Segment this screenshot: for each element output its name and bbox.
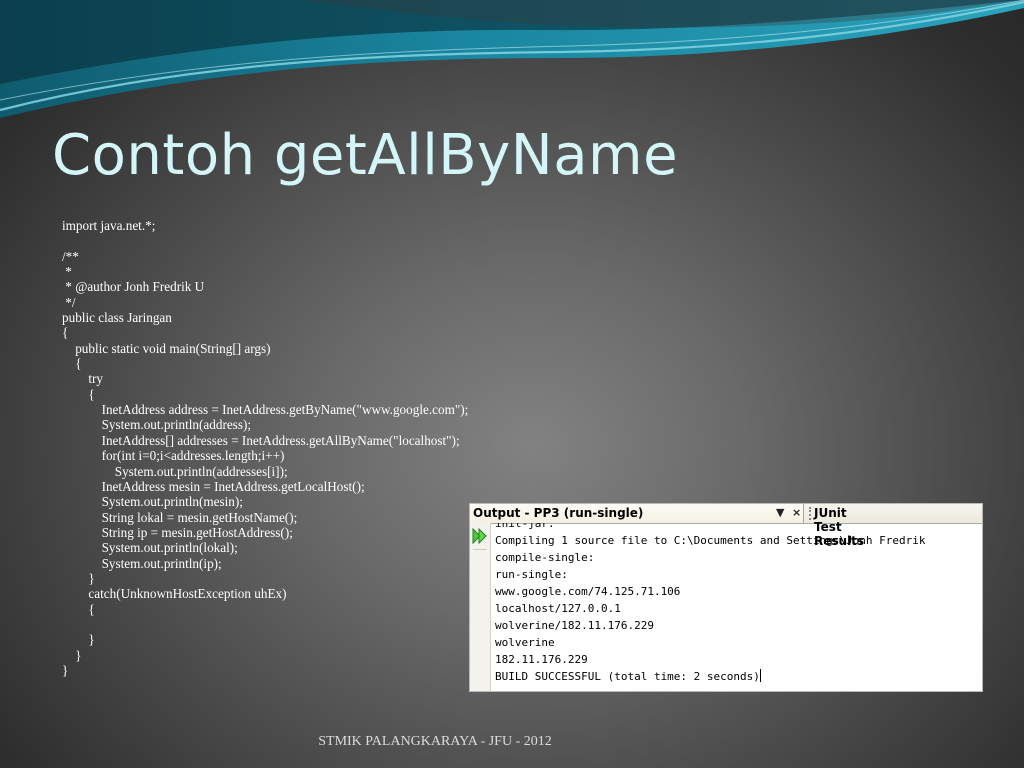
header-wave-decoration	[0, 0, 1024, 118]
minimize-icon[interactable]: ▼	[776, 506, 784, 520]
code-listing: import java.net.*; /** * * @author Jonh …	[62, 218, 469, 678]
output-console[interactable]: init-jar: Compiling 1 source file to C:\…	[494, 523, 982, 691]
rerun-icon[interactable]	[472, 527, 488, 545]
close-icon[interactable]: ×	[792, 506, 801, 520]
slide-title: Contoh getAllByName	[52, 123, 679, 188]
toolbar-separator	[473, 549, 487, 550]
ide-output-window: Output - PP3 (run-single) ▼ × JUnit Test…	[469, 503, 983, 692]
text-caret	[759, 669, 761, 682]
tab-output[interactable]: Output - PP3 (run-single) ▼ ×	[470, 504, 804, 523]
drag-grip-icon[interactable]	[809, 507, 813, 520]
console-text: init-jar: Compiling 1 source file to C:\…	[495, 523, 926, 683]
output-tab-bar: Output - PP3 (run-single) ▼ × JUnit Test…	[470, 504, 982, 548]
output-side-toolbar	[470, 523, 491, 691]
slide-footer: STMIK PALANGKARAYA - JFU - 2012	[318, 734, 552, 749]
output-tab-label: Output - PP3 (run-single)	[473, 506, 644, 520]
